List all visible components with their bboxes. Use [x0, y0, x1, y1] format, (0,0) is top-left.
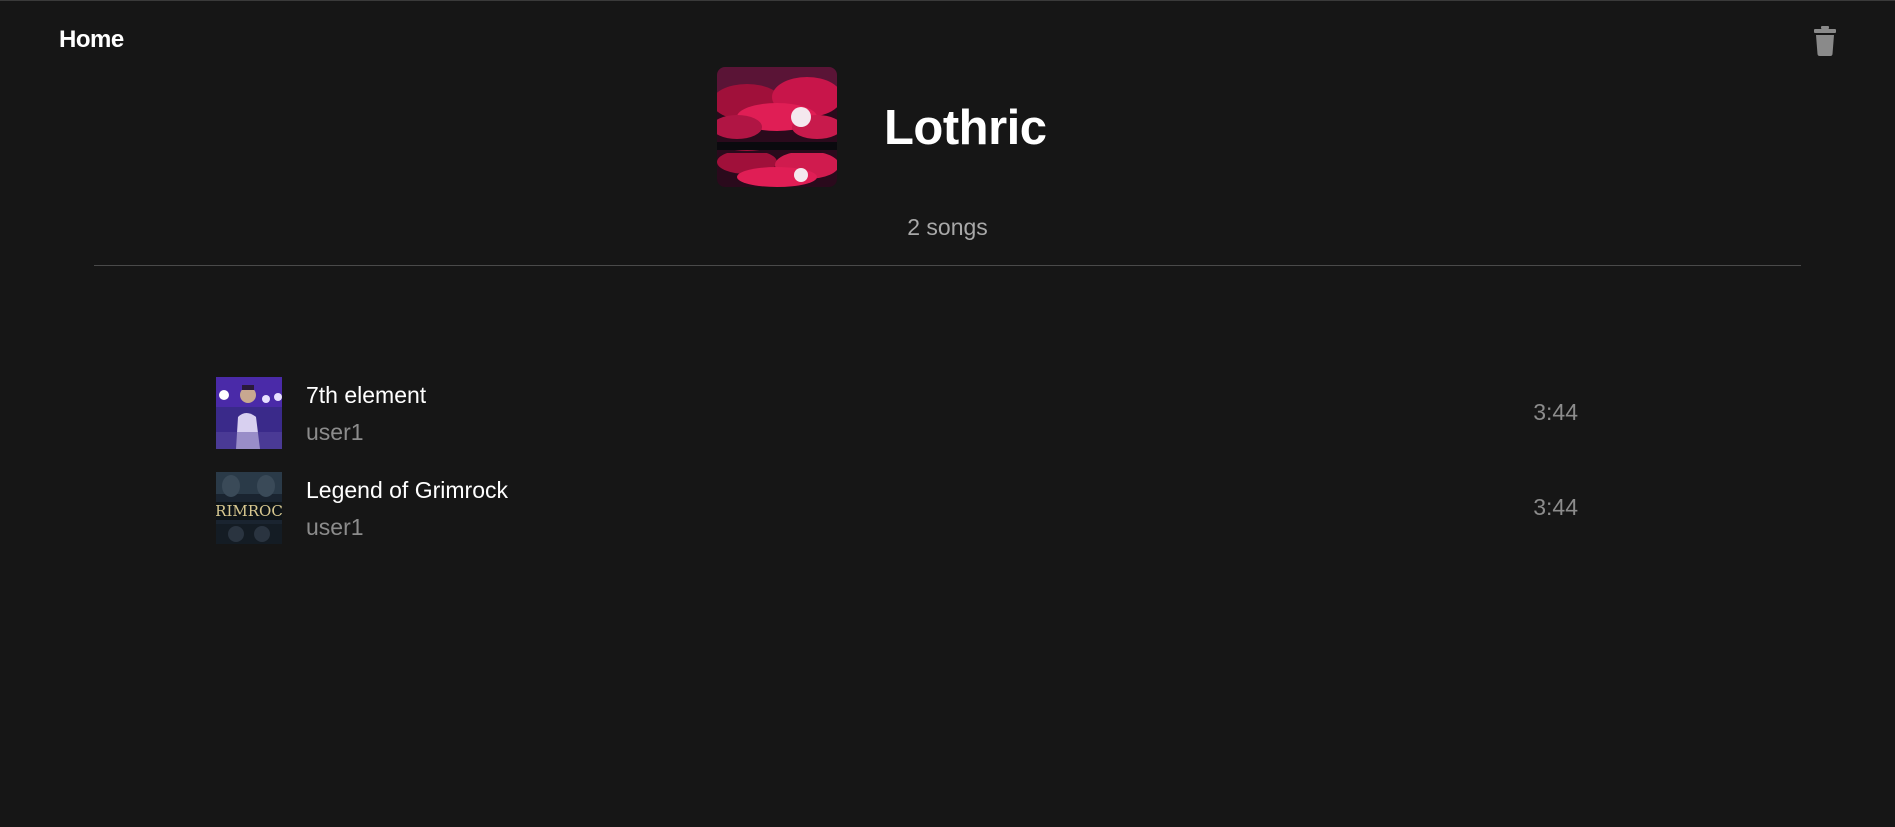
song-row[interactable]: RIMROC Legend of Grimrock user1 3:44 — [216, 472, 1578, 544]
song-title: Legend of Grimrock — [306, 477, 508, 503]
home-link[interactable]: Home — [59, 26, 124, 54]
song-row[interactable]: 7th element user1 3:44 — [216, 377, 1578, 449]
song-artist: user1 — [306, 419, 364, 445]
playlist-title: Lothric — [884, 101, 1047, 155]
svg-text:RIMROC: RIMROC — [216, 502, 282, 520]
song-duration: 3:44 — [1533, 399, 1578, 425]
song-count: 2 songs — [907, 214, 988, 240]
divider — [94, 265, 1801, 266]
top-border — [0, 0, 1895, 1]
song-duration: 3:44 — [1533, 494, 1578, 520]
song-title: 7th element — [306, 382, 427, 408]
song-thumbnail — [216, 377, 282, 449]
trash-icon — [1814, 26, 1836, 56]
delete-playlist-button[interactable] — [1814, 26, 1844, 60]
playlist-cover-image — [717, 67, 837, 187]
song-artist: user1 — [306, 514, 364, 540]
song-thumbnail: RIMROC — [216, 472, 282, 544]
